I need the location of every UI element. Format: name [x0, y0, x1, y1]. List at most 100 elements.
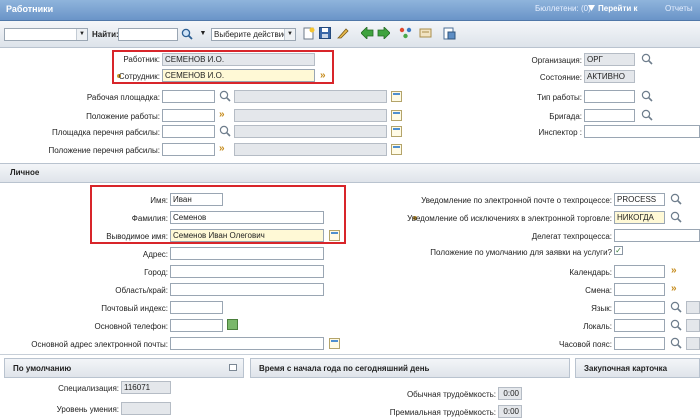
first-name-field[interactable]: Иван: [170, 193, 223, 206]
workplace-list-field[interactable]: [162, 125, 215, 138]
shift-field[interactable]: [614, 283, 665, 296]
panel-title: Время с начала года по сегодняшний день: [259, 364, 430, 373]
shift-label: Смена:: [585, 286, 612, 295]
workplace-list-desc-field: [234, 125, 387, 138]
skill-label: Уровень умения:: [56, 405, 119, 414]
position-list-label: Положение перечня рабсилы:: [48, 146, 160, 155]
attachments-icon[interactable]: [418, 27, 432, 41]
window-title: Работники: [6, 4, 54, 14]
search-icon[interactable]: [641, 109, 653, 121]
next-record-icon[interactable]: [376, 26, 391, 41]
phone-field[interactable]: [170, 319, 223, 332]
detail-menu-icon[interactable]: »: [671, 265, 683, 277]
new-record-icon[interactable]: [302, 27, 316, 41]
worker-field[interactable]: СЕМЕНОВ И.О.: [162, 53, 315, 66]
chevron-down-icon: ▼: [76, 29, 87, 40]
search-icon[interactable]: [670, 319, 682, 331]
skill-field[interactable]: [121, 402, 171, 415]
calendar-label: Календарь:: [569, 268, 612, 277]
inspector-field[interactable]: [584, 125, 700, 138]
crew-label: Бригада:: [549, 112, 582, 121]
employee-label: Сотрудник:: [118, 72, 160, 81]
edit-pencil-icon[interactable]: [336, 27, 350, 41]
filter-dropdown-icon[interactable]: ▼: [196, 27, 210, 41]
previous-record-icon[interactable]: [359, 26, 374, 41]
crew-field[interactable]: [584, 109, 635, 122]
work-type-label: Тип работы:: [537, 93, 582, 102]
work-position-field[interactable]: [162, 109, 215, 122]
search-icon[interactable]: [641, 53, 653, 65]
divider: [0, 354, 700, 355]
zip-field[interactable]: [170, 301, 223, 314]
record-select[interactable]: ▼: [4, 28, 88, 41]
goto-arrow-icon: [588, 5, 595, 12]
panel-purchase-card-header[interactable]: Закупочная карточка: [575, 358, 700, 378]
org-label: Организация:: [531, 56, 582, 65]
panel-ytd-header[interactable]: Время с начала года по сегодняшний день: [250, 358, 570, 378]
worker-label: Работник:: [123, 55, 160, 64]
city-label: Город:: [144, 268, 168, 277]
search-icon[interactable]: [219, 125, 231, 137]
search-icon[interactable]: [641, 90, 653, 102]
search-icon[interactable]: [670, 337, 682, 349]
regular-hours-field: 0:00: [498, 387, 522, 400]
workflow-icon[interactable]: [398, 27, 412, 41]
minimize-icon[interactable]: [229, 364, 237, 371]
notify-process-field[interactable]: PROCESS: [614, 193, 665, 206]
search-icon[interactable]: [219, 90, 231, 102]
bulletins-link[interactable]: Бюллетени: (0): [535, 4, 591, 13]
employee-field[interactable]: СЕМЕНОВ И.О.: [162, 69, 315, 82]
goto-menu[interactable]: Перейти к: [598, 4, 638, 13]
lookup-icon[interactable]: [391, 91, 402, 102]
delegate-field[interactable]: [614, 229, 700, 242]
action-select[interactable]: Выберите действие ▼: [211, 28, 296, 41]
premium-hours-field: 0:00: [498, 405, 522, 418]
calendar-field[interactable]: [614, 265, 665, 278]
search-icon[interactable]: [670, 193, 682, 205]
find-input[interactable]: [118, 28, 178, 41]
detail-menu-icon[interactable]: »: [219, 109, 231, 121]
work-position-desc-field: [234, 109, 387, 122]
report-icon[interactable]: [442, 27, 456, 41]
email-field[interactable]: [170, 337, 324, 350]
inspector-label: Инспектор :: [538, 128, 582, 137]
notify-process-label: Уведомление по электронной почте о техпр…: [421, 196, 612, 205]
lookup-icon[interactable]: [391, 126, 402, 137]
display-name-label: Выводимое имя:: [106, 232, 168, 241]
lookup-icon[interactable]: [329, 338, 340, 349]
org-field[interactable]: ОРГ: [584, 53, 635, 66]
timezone-label: Часовой пояс:: [559, 340, 612, 349]
notify-exceptions-field[interactable]: НИКОГДА: [614, 211, 665, 224]
position-list-field[interactable]: [162, 143, 215, 156]
detail-menu-icon[interactable]: »: [219, 143, 231, 155]
panel-defaults-header[interactable]: По умолчанию: [4, 358, 244, 378]
section-personal-header[interactable]: Личное: [0, 163, 700, 183]
search-icon[interactable]: [670, 211, 682, 223]
detail-menu-icon[interactable]: »: [671, 283, 683, 295]
language-field[interactable]: [614, 301, 665, 314]
default-position-checkbox[interactable]: ✓: [614, 246, 623, 255]
toolbar: ▼ Найти: ▼ Выберите действие ▼: [0, 21, 700, 48]
notify-exceptions-label: Уведомление об исключениях в электронной…: [407, 214, 612, 223]
chevron-down-icon: ▼: [284, 29, 295, 40]
locale-field[interactable]: [614, 319, 665, 332]
action-select-value: Выберите действие: [214, 30, 288, 39]
work-type-field[interactable]: [584, 90, 635, 103]
search-icon[interactable]: [670, 301, 682, 313]
lookup-icon[interactable]: [391, 144, 402, 155]
city-field[interactable]: [170, 265, 324, 278]
spec-field[interactable]: 116071: [121, 381, 171, 394]
reports-link[interactable]: Отчеты: [665, 4, 693, 13]
phone-dial-icon[interactable]: [227, 319, 238, 330]
zip-label: Почтовый индекс:: [101, 304, 168, 313]
timezone-field[interactable]: [614, 337, 665, 350]
phone-label: Основной телефон:: [94, 322, 168, 331]
lookup-icon[interactable]: [391, 110, 402, 121]
save-icon[interactable]: [318, 27, 332, 41]
detail-menu-icon[interactable]: »: [320, 70, 332, 82]
panel-title: По умолчанию: [13, 364, 72, 373]
workplace-field[interactable]: [162, 90, 215, 103]
language-desc-field: [686, 301, 700, 314]
search-icon[interactable]: [181, 28, 193, 40]
region-field[interactable]: [170, 283, 324, 296]
